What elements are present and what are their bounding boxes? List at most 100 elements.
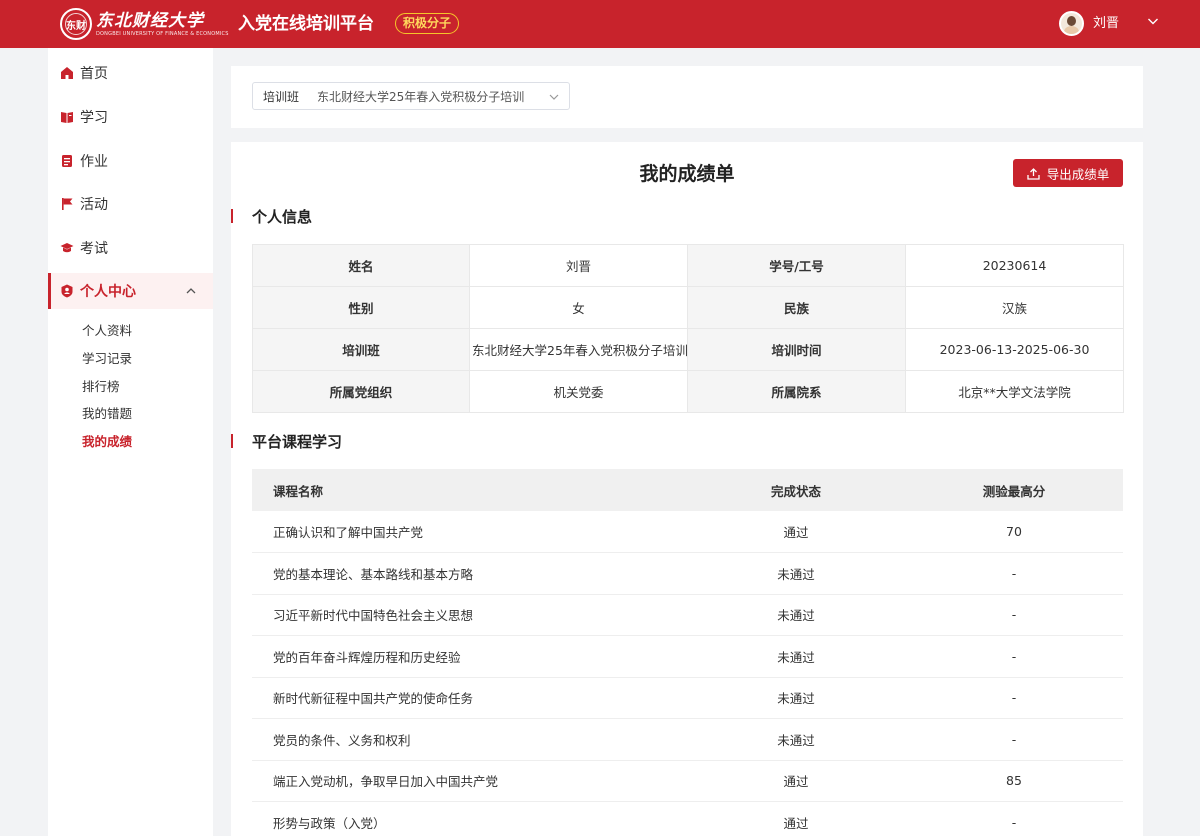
info-label: 性别 — [252, 286, 470, 329]
info-label: 培训时间 — [687, 328, 906, 371]
info-value: 女 — [469, 286, 688, 329]
top-quiz-score: - — [905, 801, 1123, 836]
completion-status: 未通过 — [687, 677, 905, 719]
export-report-button[interactable]: 导出成绩单 — [1013, 159, 1123, 187]
sidebar-item-label: 考试 — [80, 241, 108, 257]
sidebar: 首页 学习 作业 活动 考试 个人中心 个人资料 学习记录 排行榜 我的错题 我… — [48, 48, 213, 836]
info-row: 培训班 东北财经大学25年春入党积极分子培训 培训时间 2023-06-13-2025… — [252, 328, 1124, 371]
section-marker — [231, 434, 233, 448]
avatar[interactable] — [1059, 11, 1084, 36]
top-quiz-score: - — [905, 552, 1123, 595]
course-name: 端正入党动机，争取早日加入中国共产党 — [252, 760, 687, 802]
info-value: 2023-06-13-2025-06-30 — [905, 328, 1124, 371]
table-row: 党员的条件、义务和权利 未通过 - — [252, 718, 1123, 761]
sidebar-item-homework[interactable]: 作业 — [48, 143, 213, 179]
section-title: 平台课程学习 — [252, 432, 343, 451]
sidebar-item-study[interactable]: 学习 — [48, 99, 213, 135]
column-header: 完成状态 — [687, 469, 905, 511]
logo-english-name: DONGBEI UNIVERSITY OF FINANCE & ECONOMIC… — [96, 30, 229, 37]
export-icon — [1027, 167, 1040, 180]
user-icon — [60, 284, 74, 298]
column-header: 课程名称 — [252, 469, 687, 511]
course-name: 党的百年奋斗辉煌历程和历史经验 — [252, 635, 687, 678]
table-row: 党的百年奋斗辉煌历程和历史经验 未通过 - — [252, 635, 1123, 678]
chevron-down-icon[interactable] — [1147, 15, 1159, 27]
flag-icon — [60, 197, 74, 211]
sidebar-subitem-ranking[interactable]: 排行榜 — [82, 378, 120, 396]
section-title: 个人信息 — [252, 207, 313, 226]
homework-icon — [60, 154, 74, 168]
table-row: 形势与政策（入党） 通过 - — [252, 801, 1123, 836]
completion-status: 通过 — [687, 511, 905, 553]
column-header: 测验最高分 — [905, 469, 1123, 511]
sidebar-subitem-profile[interactable]: 个人资料 — [82, 322, 132, 340]
info-row: 所属党组织 机关党委 所属院系 北京**大学文法学院 — [252, 370, 1124, 413]
export-button-label: 导出成绩单 — [1046, 166, 1110, 182]
chevron-down-icon — [549, 94, 559, 100]
completion-status: 通过 — [687, 801, 905, 836]
table-row: 习近平新时代中国特色社会主义思想 未通过 - — [252, 594, 1123, 636]
section-course-study: 平台课程学习 — [231, 432, 343, 451]
completion-status: 未通过 — [687, 718, 905, 761]
personal-info-table: 姓名 刘晋 学号/工号 20230614 性别女民族 汉族 培训班 东北财经大学25年春入党积… — [252, 244, 1124, 413]
sidebar-item-label: 活动 — [80, 197, 108, 213]
info-label: 姓名 — [252, 244, 470, 287]
course-name: 形势与政策（入党） — [252, 801, 687, 836]
course-table: 课程名称 完成状态 测验最高分 正确认识和了解中国共产党 通过 70 党的基本理论、基… — [252, 469, 1123, 836]
sidebar-subitem-wrong-questions[interactable]: 我的错题 — [82, 405, 132, 423]
completion-status: 未通过 — [687, 552, 905, 595]
book-icon — [60, 110, 74, 124]
course-name: 新时代新征程中国共产党的使命任务 — [252, 677, 687, 719]
top-quiz-score: - — [905, 635, 1123, 678]
top-quiz-score: 85 — [905, 760, 1123, 802]
course-name: 党的基本理论、基本路线和基本方略 — [252, 552, 687, 595]
course-name: 党员的条件、义务和权利 — [252, 718, 687, 761]
select-value: 东北财经大学25年春入党积极分子培训 — [317, 89, 525, 104]
completion-status: 通过 — [687, 760, 905, 802]
user-name[interactable]: 刘晋 — [1093, 15, 1119, 33]
top-header: 东财 东北财经大学 DONGBEI UNIVERSITY OF FINANCE … — [0, 0, 1200, 48]
info-value: 北京**大学文法学院 — [905, 370, 1124, 413]
sidebar-item-personal-center[interactable]: 个人中心 — [48, 273, 213, 309]
university-logo[interactable]: 东财 东北财经大学 DONGBEI UNIVERSITY OF FINANCE … — [60, 7, 229, 41]
report-card: 我的成绩单 导出成绩单 个人信息 姓名 刘晋 学号/工号 20230614 性别女民族汉… — [231, 142, 1143, 836]
table-row: 端正入党动机，争取早日加入中国共产党 通过 85 — [252, 760, 1123, 802]
graduation-cap-icon — [60, 241, 74, 255]
info-value: 东北财经大学25年春入党积极分子培训 — [469, 328, 688, 371]
chevron-up-icon[interactable] — [185, 285, 197, 297]
top-quiz-score: 70 — [905, 511, 1123, 553]
sidebar-subitem-study-record[interactable]: 学习记录 — [82, 350, 132, 368]
university-seal-icon: 东财 — [60, 8, 92, 40]
info-value: 机关党委 — [469, 370, 688, 413]
select-label: 培训班 — [263, 89, 300, 104]
sidebar-item-label: 首页 — [80, 66, 108, 82]
course-name: 正确认识和了解中国共产党 — [252, 511, 687, 553]
info-label: 培训班 — [252, 328, 470, 371]
info-label: 民族 — [687, 286, 906, 329]
table-row: 正确认识和了解中国共产党 通过 70 — [252, 511, 1123, 553]
sidebar-item-home[interactable]: 首页 — [48, 55, 213, 91]
home-icon — [60, 66, 74, 80]
sidebar-item-label: 个人中心 — [80, 284, 136, 300]
info-value: 20230614 — [905, 244, 1124, 287]
training-class-select[interactable]: 培训班 东北财经大学25年春入党积极分子培训 — [252, 82, 570, 110]
top-quiz-score: - — [905, 718, 1123, 761]
info-label: 所属党组织 — [252, 370, 470, 413]
table-row: 新时代新征程中国共产党的使命任务 未通过 - — [252, 677, 1123, 719]
platform-title: 入党在线培训平台 — [238, 14, 374, 34]
info-label: 学号/工号 — [687, 244, 906, 287]
filter-card: 培训班 东北财经大学25年春入党积极分子培训 — [231, 66, 1143, 128]
role-badge: 积极分子 — [395, 13, 460, 34]
sidebar-subitem-my-grades[interactable]: 我的成绩 — [82, 433, 132, 451]
sidebar-item-label: 作业 — [80, 154, 108, 170]
info-row: 性别女民族 汉族 — [252, 286, 1124, 329]
course-name: 习近平新时代中国特色社会主义思想 — [252, 594, 687, 636]
sidebar-item-activity[interactable]: 活动 — [48, 186, 213, 222]
logo-chinese-name: 东北财经大学 — [96, 10, 204, 31]
sidebar-item-label: 学习 — [80, 110, 108, 126]
section-marker — [231, 209, 233, 223]
page-title: 我的成绩单 — [639, 163, 735, 185]
sidebar-item-exam[interactable]: 考试 — [48, 230, 213, 266]
top-quiz-score: - — [905, 594, 1123, 636]
logo-text: 东北财经大学 DONGBEI UNIVERSITY OF FINANCE & E… — [96, 11, 229, 38]
